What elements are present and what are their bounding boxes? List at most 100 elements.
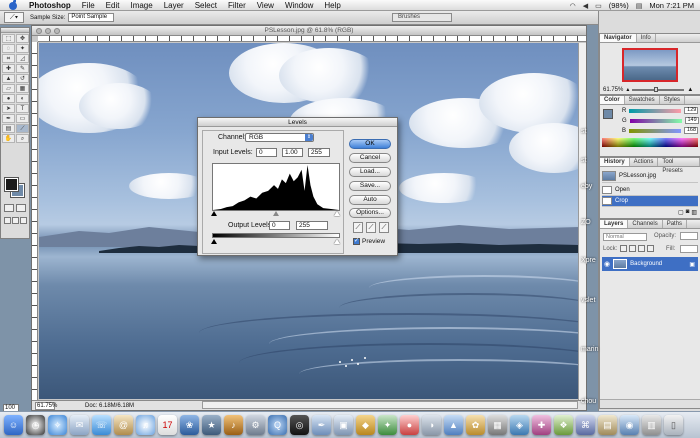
input-gamma-slider[interactable] bbox=[273, 211, 279, 216]
close-icon[interactable] bbox=[36, 28, 42, 34]
move-tool-icon[interactable]: ✥ bbox=[16, 34, 29, 43]
input-white-field[interactable]: 255 bbox=[308, 148, 330, 157]
eyedropper-tool-icon[interactable]: ⟋ bbox=[16, 124, 29, 133]
preview-option[interactable]: ✓ Preview bbox=[353, 238, 385, 245]
app-icon[interactable]: ● bbox=[400, 415, 419, 435]
navigator-zoom-slider[interactable] bbox=[632, 86, 685, 92]
system-preferences-icon[interactable]: ⚙ bbox=[246, 415, 265, 435]
channel-r-slider[interactable] bbox=[629, 108, 682, 113]
type-tool-icon[interactable]: T bbox=[16, 104, 29, 113]
history-state-crop[interactable]: Crop bbox=[602, 196, 698, 207]
zoom-tool-icon[interactable]: ⌕ bbox=[16, 134, 29, 143]
clone-stamp-tool-icon[interactable]: ▲ bbox=[2, 74, 15, 83]
standard-mode-button[interactable] bbox=[4, 204, 14, 212]
tab-tool-presets[interactable]: Tool Presets bbox=[658, 158, 700, 174]
app-icon[interactable]: ✚ bbox=[532, 415, 551, 435]
input-black-field[interactable]: 0 bbox=[256, 148, 277, 157]
desktop-label[interactable]: eby bbox=[581, 183, 592, 190]
wifi-icon[interactable]: ◠ bbox=[570, 2, 576, 10]
ruler-horizontal[interactable] bbox=[38, 36, 586, 42]
app-icon[interactable]: ▦ bbox=[488, 415, 507, 435]
lock-image-icon[interactable] bbox=[629, 245, 636, 252]
address-book-icon[interactable]: @ bbox=[114, 415, 133, 435]
ichat-icon[interactable]: ☏ bbox=[92, 415, 111, 435]
menu-file[interactable]: File bbox=[82, 1, 95, 10]
quicktime-icon[interactable]: Q bbox=[268, 415, 287, 435]
black-eyedropper-icon[interactable]: ⟋ bbox=[353, 222, 363, 233]
eye-icon[interactable]: ◉ bbox=[604, 260, 610, 268]
app-icon[interactable]: ◑ bbox=[422, 415, 441, 435]
app-icon[interactable]: ◈ bbox=[510, 415, 529, 435]
history-brush-tool-icon[interactable]: ↺ bbox=[16, 74, 29, 83]
navigator-thumbnail[interactable] bbox=[622, 48, 678, 82]
lock-position-icon[interactable] bbox=[638, 245, 645, 252]
options-button[interactable]: Options... bbox=[349, 208, 391, 218]
input-black-slider[interactable] bbox=[211, 211, 217, 216]
app-icon[interactable]: ⌘ bbox=[576, 415, 595, 435]
channel-select[interactable]: RGB ⇕ bbox=[245, 133, 314, 142]
channel-b-slider[interactable] bbox=[629, 128, 682, 133]
menu-edit[interactable]: Edit bbox=[106, 1, 120, 10]
new-document-icon[interactable]: ▢ bbox=[678, 209, 684, 216]
marquee-tool-icon[interactable]: ⬚ bbox=[2, 34, 15, 43]
eyedropper-preset-icon[interactable]: ⟋▾ bbox=[4, 12, 24, 23]
screen-mode-menubar[interactable] bbox=[12, 217, 19, 224]
app-icon[interactable]: ✿ bbox=[466, 415, 485, 435]
eraser-tool-icon[interactable]: ▱ bbox=[2, 84, 15, 93]
itunes-icon[interactable]: ♫ bbox=[136, 415, 155, 435]
battery-percent[interactable]: (98%) bbox=[609, 1, 629, 10]
trash-icon[interactable]: ▥ bbox=[691, 209, 697, 216]
tab-actions[interactable]: Actions bbox=[630, 158, 659, 166]
output-white-field[interactable]: 255 bbox=[296, 221, 328, 230]
app-icon[interactable]: ▥ bbox=[642, 415, 661, 435]
lock-all-icon[interactable] bbox=[647, 245, 654, 252]
opacity-field[interactable] bbox=[680, 232, 698, 240]
zoom-level-field[interactable]: 61.75% bbox=[35, 401, 57, 410]
load-button[interactable]: Load... bbox=[349, 167, 391, 177]
clock[interactable]: Mon 7:21 PM bbox=[649, 1, 694, 10]
app-icon[interactable]: ▣ bbox=[334, 415, 353, 435]
lasso-tool-icon[interactable]: ◌ bbox=[2, 44, 15, 53]
app-icon[interactable]: ▤ bbox=[598, 415, 617, 435]
imovie-icon[interactable]: ★ bbox=[202, 415, 221, 435]
menu-image[interactable]: Image bbox=[130, 1, 152, 10]
crop-tool-icon[interactable]: ⌗ bbox=[2, 54, 15, 63]
color-spectrum[interactable] bbox=[602, 138, 698, 147]
preview-checkbox[interactable]: ✓ bbox=[353, 238, 360, 245]
app-icon[interactable]: ❖ bbox=[554, 415, 573, 435]
menu-select[interactable]: Select bbox=[195, 1, 217, 10]
layer-background[interactable]: ◉ Background ▣ bbox=[602, 257, 698, 271]
magic-wand-tool-icon[interactable]: ✦ bbox=[16, 44, 29, 53]
save-button[interactable]: Save... bbox=[349, 181, 391, 191]
blur-tool-icon[interactable]: ● bbox=[2, 94, 15, 103]
output-white-slider[interactable] bbox=[334, 239, 340, 244]
menu-help[interactable]: Help bbox=[324, 1, 340, 10]
dodge-tool-icon[interactable]: ◐ bbox=[16, 94, 29, 103]
tab-paths[interactable]: Paths bbox=[663, 220, 688, 228]
tab-navigator[interactable]: Navigator bbox=[600, 34, 637, 42]
finder-icon[interactable]: ☺ bbox=[4, 415, 23, 435]
blend-mode-select[interactable]: Normal bbox=[603, 233, 647, 241]
channel-g-slider[interactable] bbox=[629, 118, 682, 123]
gray-eyedropper-icon[interactable]: ⟋ bbox=[366, 222, 376, 233]
healing-brush-tool-icon[interactable]: ✚ bbox=[2, 64, 15, 73]
history-snapshot[interactable]: PSLesson.jpg bbox=[602, 169, 698, 183]
trash-icon[interactable]: ▯ bbox=[664, 415, 683, 435]
tab-swatches[interactable]: Swatches bbox=[625, 96, 660, 104]
input-white-slider[interactable] bbox=[334, 211, 340, 216]
zoom-in-icon[interactable]: ▲ bbox=[687, 87, 693, 93]
color-foreground-swatch[interactable] bbox=[603, 109, 613, 119]
app-menu[interactable]: Photoshop bbox=[29, 1, 71, 10]
calendar-icon[interactable]: 17 bbox=[158, 415, 177, 435]
channel-r-value[interactable]: 129 bbox=[684, 107, 699, 114]
clock-icon[interactable]: ◷ bbox=[26, 415, 45, 435]
brushes-tab[interactable]: Brushes bbox=[392, 13, 452, 22]
navigator-zoom-value[interactable]: 61.75% bbox=[603, 87, 623, 93]
desktop-label[interactable]: ZO bbox=[581, 219, 591, 226]
photoshop-icon[interactable]: ✒ bbox=[312, 415, 331, 435]
lock-transparency-icon[interactable] bbox=[620, 245, 627, 252]
desktop-label[interactable]: st bbox=[581, 157, 586, 164]
levels-dialog-title[interactable]: Levels bbox=[198, 118, 397, 127]
desktop-label[interactable]: marin bbox=[581, 346, 599, 353]
horizontal-scrollbar[interactable] bbox=[202, 401, 578, 409]
